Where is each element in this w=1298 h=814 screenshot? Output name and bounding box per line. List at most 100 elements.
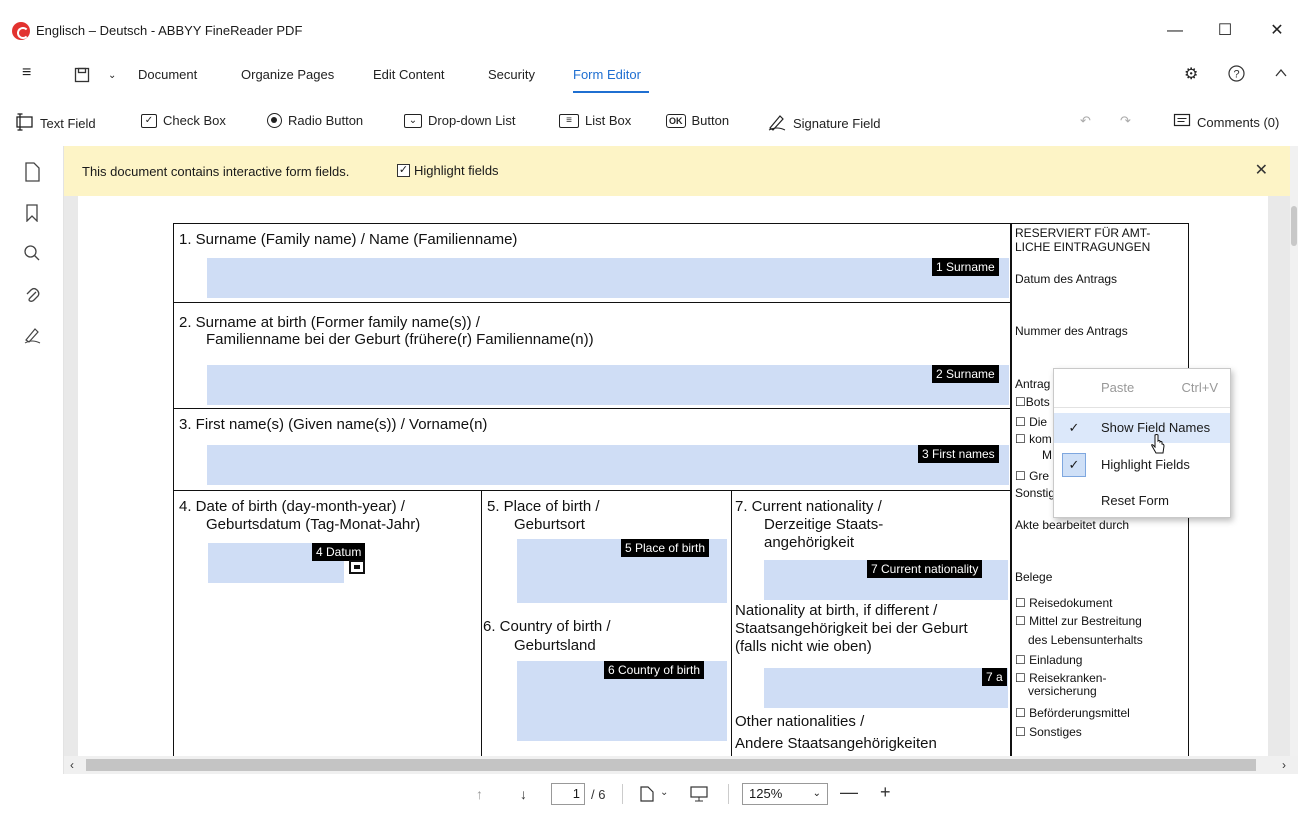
hamburger-menu-icon[interactable]: ≡ [22,64,31,82]
comments-label: Comments (0) [1197,115,1280,130]
search-icon[interactable] [22,244,42,264]
nationality-at-birth-label: Nationality at birth, if different / [735,602,938,619]
context-menu-show-field-names[interactable]: ✓ Show Field Names [1054,413,1230,443]
close-banner-icon[interactable]: ✕ [1255,160,1268,180]
radio-button-tool[interactable]: Radio Button [267,113,363,128]
comments-button[interactable]: Comments (0) [1173,113,1279,132]
reserved-option: ☐ Gre [1015,469,1050,483]
undo-icon[interactable]: ↶ [1080,113,1091,129]
minimize-button[interactable]: — [1160,18,1190,44]
reserved-column-top-border [1011,223,1188,224]
menu-form-editor[interactable]: Form Editor [573,67,641,82]
window-title: Englisch – Deutsch - ABBYY FineReader PD… [36,23,303,38]
context-menu-highlight-fields[interactable]: ✓ Highlight Fields [1054,450,1230,480]
other-nationalities-label-de: Andere Staatsangehörigkeiten [735,735,937,752]
highlight-fields-checkbox[interactable]: ✓ Highlight fields [397,163,499,178]
signature-pen-icon [767,113,787,134]
redo-icon[interactable]: ↷ [1120,113,1131,129]
reserved-datum: Datum des Antrags [1015,272,1118,286]
reserved-option: ☐ Mittel zur Bestreitung [1015,614,1142,628]
next-page-arrow-icon[interactable]: ↓ [520,786,527,802]
context-menu-paste[interactable]: Paste Ctrl+V [1054,373,1230,403]
field-name-tag: 6 Country of birth [604,661,705,679]
vertical-scrollbar[interactable] [1290,146,1298,756]
paste-shortcut: Ctrl+V [1181,380,1218,395]
maximize-button[interactable]: ☐ [1210,18,1240,44]
scroll-left-arrow-icon[interactable]: ‹ [70,756,74,774]
row-divider [173,302,1011,303]
list-box-icon: ≡ [559,113,579,128]
vertical-scroll-thumb[interactable] [1291,206,1297,246]
ok-button-icon: OK [666,113,686,128]
field-name-tag: 7 Current nationality [867,560,983,578]
check-icon: ✓ [1068,420,1080,435]
surname-field[interactable] [207,258,1009,298]
svg-text:?: ? [1233,69,1239,81]
separator [622,784,623,804]
zoom-chevron-icon: ⌄ [812,788,821,799]
close-window-button[interactable]: ✕ [1262,18,1292,44]
text-field-tool[interactable]: Text Field [14,113,96,134]
section-2-label-de: Familienname bei der Geburt (frühere(r) … [206,331,594,348]
check-box-tool[interactable]: ✓ Check Box [141,113,226,128]
page-view-icon[interactable] [640,786,654,805]
reserved-option: ☐ Reisedokument [1015,596,1113,610]
bookmarks-icon[interactable] [22,204,42,224]
section-6-label-de: Geburtsland [514,637,596,654]
settings-gear-icon[interactable]: ⚙ [1184,64,1198,84]
text-field-icon [14,113,34,134]
reserved-antrag: Antrag [1015,377,1051,391]
previous-page-arrow-icon[interactable]: ↑ [476,786,483,802]
other-nationalities-label: Other nationalities / [735,713,865,730]
section-3-label: 3. First name(s) (Given name(s)) / Vorna… [179,416,488,433]
dropdown-list-tool[interactable]: ⌄ Drop-down List [404,113,515,128]
scroll-right-arrow-icon[interactable]: › [1282,756,1286,774]
context-menu-reset-form[interactable]: Reset Form [1054,486,1230,516]
highlight-fields-label: Highlight fields [414,163,499,178]
zoom-select[interactable]: 125% ⌄ [742,783,828,805]
menu-bar: ≡ ⌄ Document Organize Pages Edit Content… [0,58,1298,94]
text-field-label: Text Field [40,116,96,131]
list-box-tool[interactable]: ≡ List Box [559,113,631,128]
reserved-option: des Lebensunterhalts [1028,633,1143,647]
reserved-option: ☐ Sonstiges [1015,725,1082,739]
attachments-paperclip-icon[interactable] [22,286,42,306]
surname-at-birth-field[interactable] [207,365,1009,405]
button-tool[interactable]: OK Button [666,113,729,128]
zoom-out-icon[interactable]: — [840,782,858,803]
signature-field-tool[interactable]: Signature Field [767,113,880,134]
help-icon[interactable]: ? [1228,65,1245,85]
menu-document[interactable]: Document [138,67,197,82]
signature-field-label: Signature Field [793,116,881,131]
reserved-akte: Akte bearbeitet durch [1015,518,1130,532]
menu-security[interactable]: Security [488,67,535,82]
horizontal-scrollbar[interactable]: ‹ › [64,756,1298,774]
save-dropdown-chevron-icon[interactable]: ⌄ [108,70,116,81]
horizontal-scroll-thumb[interactable] [86,759,1256,771]
pages-icon[interactable] [22,162,42,182]
nationality-at-birth-field[interactable] [764,668,1008,708]
presentation-icon[interactable] [690,786,708,805]
row-divider [173,490,1011,491]
check-box-icon: ✓ [141,113,157,128]
page-view-chevron-icon[interactable]: ⌄ [660,787,668,798]
nationality-at-birth-label-de: Staatsangehörigkeit bei der Geburt [735,620,968,637]
abbyy-logo-icon [12,22,30,40]
page-number-input[interactable]: 1 [551,783,585,805]
resize-handle-icon[interactable] [349,560,365,574]
section-2-label: 2. Surname at birth (Former family name(… [179,314,480,331]
field-name-tag: 1 Surname [932,258,999,276]
field-name-tag: 2 Surname [932,365,999,383]
zoom-in-icon[interactable]: + [880,782,891,803]
reserved-option: ☐ kom [1015,432,1052,446]
menu-organize-pages[interactable]: Organize Pages [241,67,334,82]
menu-edit-content[interactable]: Edit Content [373,67,445,82]
save-icon[interactable] [74,67,90,86]
first-names-field[interactable] [207,445,1009,485]
field-name-tag: 5 Place of birth [621,539,710,557]
signatures-pen-icon[interactable] [22,326,42,346]
highlight-fields-menu-label: Highlight Fields [1101,457,1190,472]
radio-button-icon [267,113,282,128]
column-divider [481,490,482,756]
collapse-ribbon-chevron-icon[interactable] [1274,66,1288,83]
